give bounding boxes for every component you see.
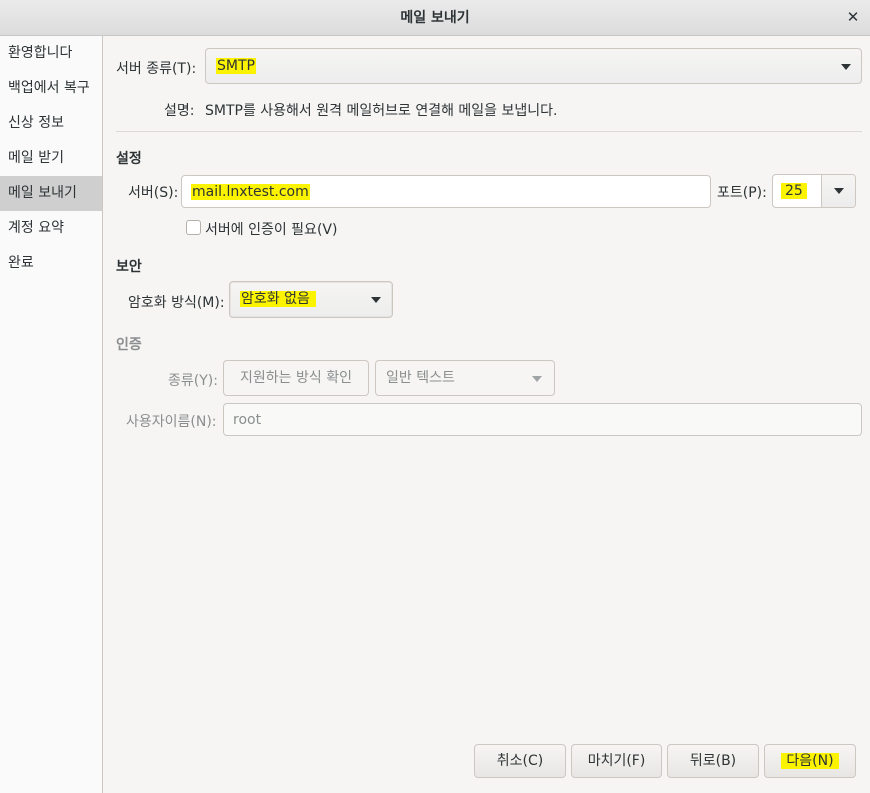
server-type-combo[interactable]: SMTP [205,48,862,84]
check-supported-types-button[interactable]: 지원하는 방식 확인 [223,360,369,396]
encryption-value: 암호화 없음 [240,291,316,307]
server-value: mail.lnxtest.com [191,184,310,200]
server-label: 서버(S): [128,185,179,201]
authentication-heading: 인증 [116,337,142,353]
auth-required-checkbox[interactable] [186,220,201,235]
finish-button[interactable]: 마치기(F) [571,744,662,778]
sidebar-item-receiving-email[interactable]: 메일 받기 [0,141,102,176]
separator [116,131,862,132]
settings-heading: 설정 [116,151,142,167]
next-button-label: 다음(N) [781,753,839,769]
sidebar-item-welcome[interactable]: 환영합니다 [0,36,102,71]
username-value: root [233,412,262,428]
sidebar-item-identity[interactable]: 신상 정보 [0,106,102,141]
sidebar-item-done[interactable]: 완료 [0,246,102,281]
server-type-value: SMTP [216,58,256,74]
encryption-combo[interactable]: 암호화 없음 [229,281,393,318]
description-text: SMTP를 사용해서 원격 메일허브로 연결해 메일을 보냅니다. [205,103,558,119]
username-input[interactable]: root [223,403,862,436]
port-label: 포트(P): [717,185,767,201]
window-title: 메일 보내기 [400,10,470,26]
close-icon[interactable]: ✕ [842,6,864,28]
server-input[interactable]: mail.lnxtest.com [181,175,711,208]
sidebar-item-account-summary[interactable]: 계정 요약 [0,211,102,246]
encryption-label: 암호화 방식(M): [128,295,225,311]
back-button[interactable]: 뒤로(B) [667,744,759,778]
sidebar-item-sending-email[interactable]: 메일 보내기 [0,176,102,211]
next-button[interactable]: 다음(N) [764,744,856,778]
chevron-down-icon [371,297,381,303]
main-panel: 서버 종류(T): SMTP 설명: SMTP를 사용해서 원격 메일허브로 연… [104,36,870,793]
auth-type-combo[interactable]: 일반 텍스트 [375,360,555,396]
auth-type-value: 일반 텍스트 [386,370,455,386]
assistant-sidebar: 환영합니다 백업에서 복구 신상 정보 메일 받기 메일 보내기 계정 요약 완… [0,36,103,793]
cancel-button[interactable]: 취소(C) [474,744,566,778]
security-heading: 보안 [116,259,142,275]
chevron-down-icon [841,64,851,70]
chevron-down-icon [532,376,542,382]
port-value: 25 [781,183,807,199]
port-dropdown-button[interactable] [821,175,855,207]
title-bar: 메일 보내기 ✕ [0,0,870,36]
port-combo-entry[interactable]: 25 [772,174,856,208]
server-type-label: 서버 종류(T): [116,61,197,77]
username-label: 사용자이름(N): [126,414,217,430]
auth-required-label[interactable]: 서버에 인증이 필요(V) [205,219,337,239]
sidebar-item-restore-backup[interactable]: 백업에서 복구 [0,71,102,106]
chevron-down-icon [834,188,844,194]
auth-type-label: 종류(Y): [168,373,218,389]
description-label: 설명: [164,103,195,119]
